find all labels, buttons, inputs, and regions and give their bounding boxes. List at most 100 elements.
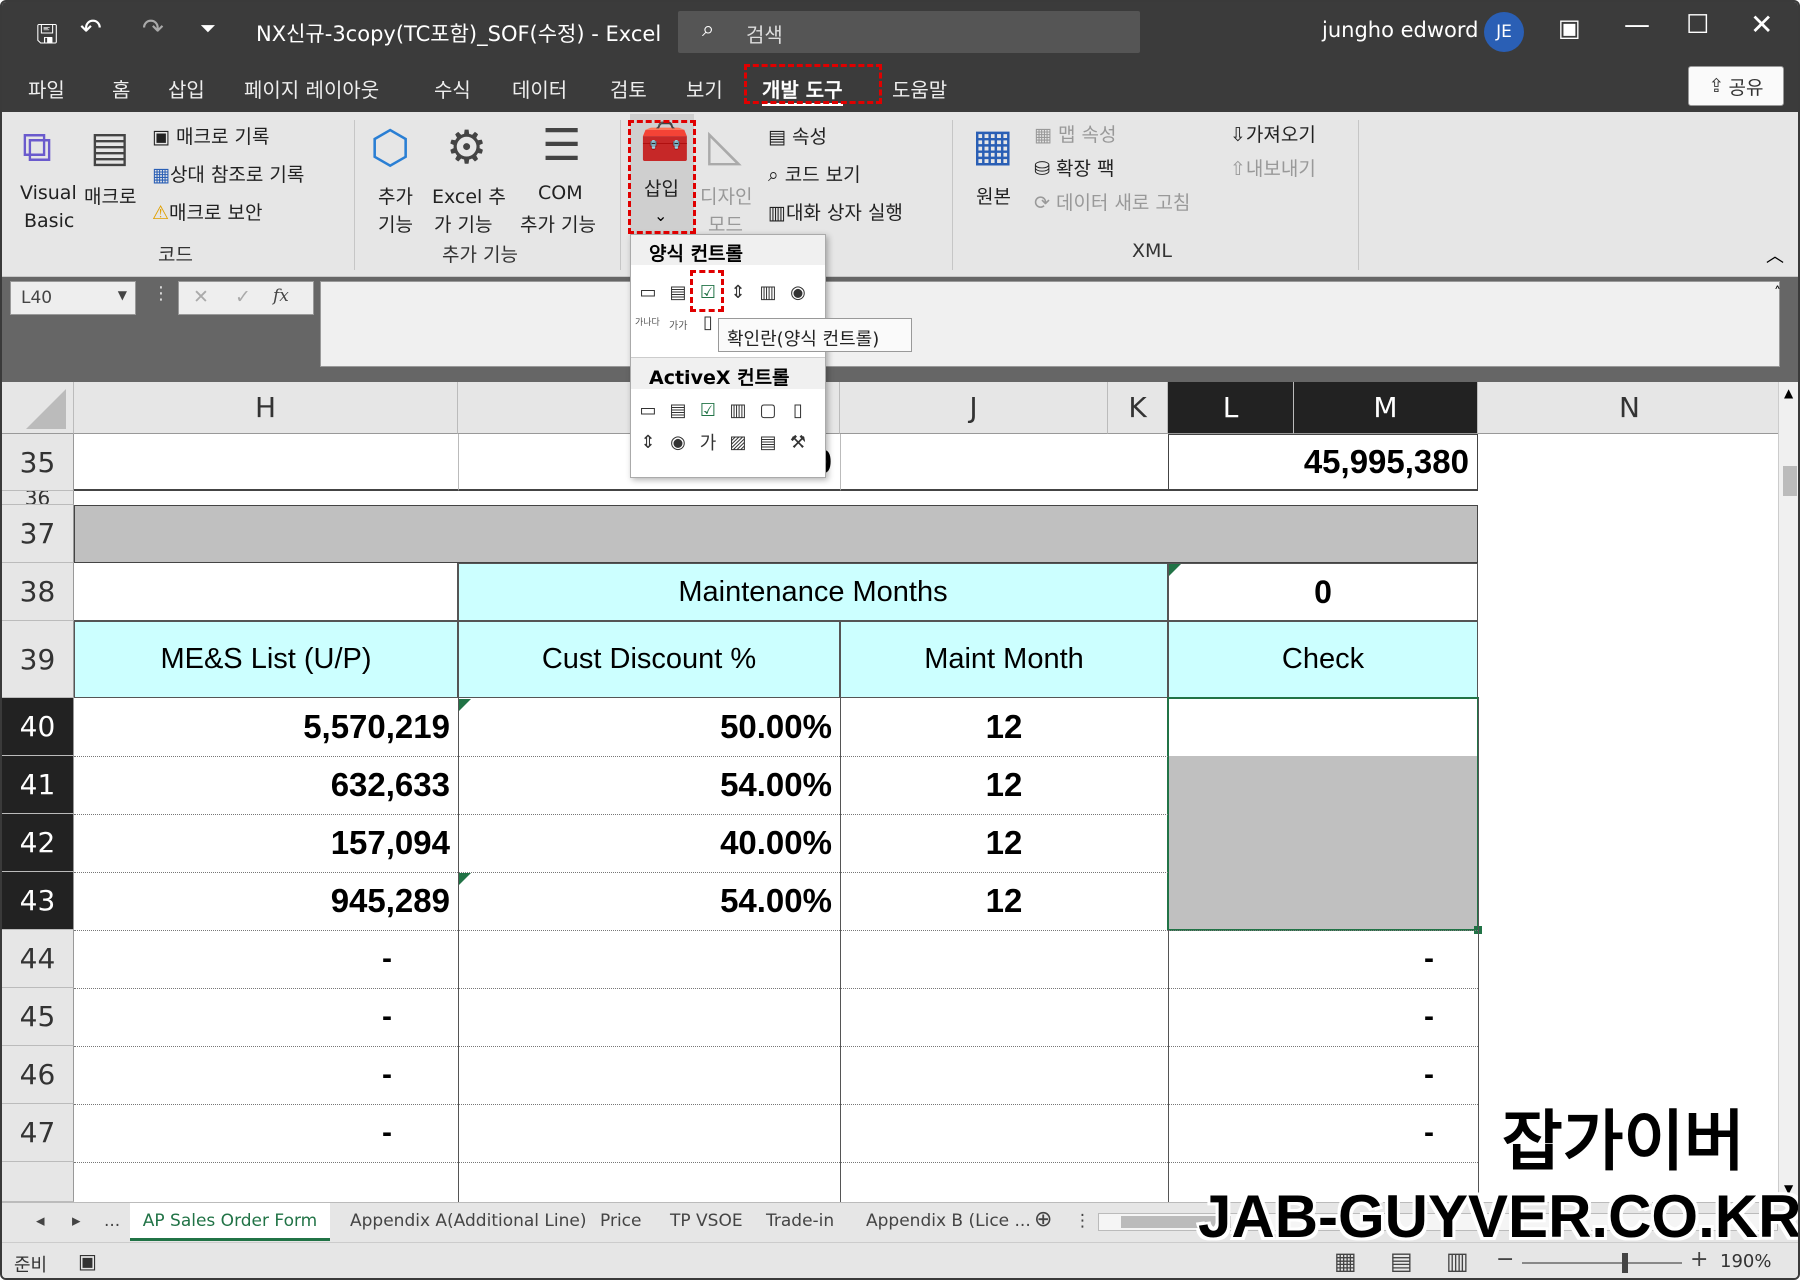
- search-box[interactable]: ⌕ 검색: [678, 11, 1140, 53]
- expand-formula-icon[interactable]: ˄: [1774, 285, 1781, 301]
- collapse-ribbon-icon[interactable]: ︿: [1766, 242, 1784, 268]
- formula-input[interactable]: [320, 281, 1780, 367]
- xml-source-button[interactable]: ▦ 원본: [966, 120, 1026, 240]
- cell-h40[interactable]: 5,570,219: [74, 698, 458, 756]
- map-properties-button[interactable]: ▦ 맵 속성: [1034, 120, 1116, 147]
- vertical-scrollbar[interactable]: ▲ ▼: [1778, 382, 1798, 1202]
- row-header[interactable]: 41: [2, 756, 74, 814]
- tab-home[interactable]: 홈: [112, 74, 130, 103]
- tab-insert[interactable]: 삽입: [168, 74, 205, 103]
- column-header-m[interactable]: M: [1294, 382, 1478, 434]
- save-icon[interactable]: 🖫: [36, 16, 58, 60]
- cell-i43[interactable]: 54.00%: [458, 872, 840, 930]
- cell-h41[interactable]: 632,633: [74, 756, 458, 814]
- avatar[interactable]: JE: [1484, 12, 1524, 52]
- header-mes-list[interactable]: ME&S List (U/P): [74, 621, 458, 698]
- sheet-tab[interactable]: Appendix A(Additional Line): [350, 1211, 587, 1231]
- relative-ref-button[interactable]: ▦상대 참조로 기록: [152, 160, 304, 187]
- sheet-tab[interactable]: Appendix B (Lice ...: [866, 1211, 1031, 1231]
- cell-j40[interactable]: 12: [840, 698, 1168, 756]
- column-header-l[interactable]: L: [1168, 382, 1294, 434]
- properties-button[interactable]: ▤ 속성: [768, 122, 827, 149]
- minimize-icon[interactable]: —: [1624, 10, 1650, 40]
- name-box[interactable]: L40 ▼: [10, 281, 136, 315]
- cell-m47[interactable]: -: [1168, 1104, 1434, 1162]
- activex-scrollbar-icon[interactable]: ▯: [787, 399, 809, 421]
- row-header[interactable]: 35: [2, 434, 74, 491]
- check-icon[interactable]: ✓: [235, 286, 251, 308]
- cell-h47[interactable]: -: [74, 1104, 392, 1162]
- row-header[interactable]: 45: [2, 988, 74, 1046]
- activex-button-icon[interactable]: ▭: [637, 399, 659, 421]
- column-header-n[interactable]: N: [1478, 382, 1782, 434]
- activex-option-icon[interactable]: ◉: [667, 431, 689, 453]
- addins-button[interactable]: ⬡ 추가 기능: [366, 120, 426, 240]
- page-break-icon[interactable]: ▥: [1446, 1247, 1469, 1275]
- option-button-icon[interactable]: ◉: [787, 281, 809, 303]
- row-header[interactable]: [2, 1162, 74, 1202]
- customize-qat-icon[interactable]: ⏷: [200, 16, 216, 40]
- cell-j41[interactable]: 12: [840, 756, 1168, 814]
- select-all-corner[interactable]: [2, 382, 74, 434]
- sheet-tab[interactable]: Trade-in: [766, 1211, 834, 1231]
- cell-h45[interactable]: -: [74, 988, 392, 1046]
- page-layout-icon[interactable]: ▤: [1390, 1247, 1413, 1275]
- cell-j43[interactable]: 12: [840, 872, 1168, 930]
- share-button[interactable]: ⇪ 공유: [1688, 66, 1784, 106]
- close-icon[interactable]: ✕: [1750, 8, 1773, 41]
- more-controls-icon[interactable]: ⚒: [787, 431, 809, 453]
- scroll-up-icon[interactable]: ▲: [1784, 386, 1793, 400]
- cell-j42[interactable]: 12: [840, 814, 1168, 872]
- cell-m44[interactable]: -: [1168, 930, 1434, 988]
- macro-record-icon[interactable]: ▣: [78, 1249, 97, 1273]
- activex-textbox-icon[interactable]: ▢: [757, 399, 779, 421]
- tab-help[interactable]: 도움말: [892, 74, 947, 103]
- next-sheet-icon[interactable]: ▸: [72, 1211, 81, 1231]
- zoom-level[interactable]: 190%: [1720, 1251, 1771, 1272]
- cell-j35[interactable]: [840, 434, 1168, 491]
- activex-spin-icon[interactable]: ⇕: [637, 431, 659, 453]
- row-header[interactable]: 47: [2, 1104, 74, 1162]
- cell-h35[interactable]: [74, 434, 458, 491]
- row-header[interactable]: 36: [2, 491, 74, 505]
- column-header-j[interactable]: J: [840, 382, 1108, 434]
- row-header[interactable]: 44: [2, 930, 74, 988]
- activex-listbox-icon[interactable]: ▥: [727, 399, 749, 421]
- row-header[interactable]: 46: [2, 1046, 74, 1104]
- expansion-pack-button[interactable]: ⛁ 확장 팩: [1034, 154, 1114, 181]
- user-name[interactable]: jungho edword: [1322, 18, 1479, 42]
- tab-file[interactable]: 파일: [28, 74, 65, 103]
- activex-toggle-icon[interactable]: ▤: [757, 431, 779, 453]
- zoom-slider[interactable]: [1522, 1262, 1682, 1264]
- redo-icon[interactable]: ↷: [142, 14, 164, 44]
- excel-addins-button[interactable]: ⚙ Excel 추 가 기능: [430, 120, 506, 240]
- undo-icon[interactable]: ↶: [80, 14, 102, 44]
- tab-data[interactable]: 데이터: [512, 74, 567, 103]
- record-macro-button[interactable]: ▣ 매크로 기록: [152, 122, 269, 149]
- prev-sheet-icon[interactable]: ◂: [36, 1211, 45, 1231]
- sheet-options-icon[interactable]: ⋮: [1074, 1211, 1091, 1231]
- spin-button-icon[interactable]: ⇕: [727, 281, 749, 303]
- com-addins-button[interactable]: ☰ COM 추가 기능: [518, 120, 614, 240]
- scroll-thumb[interactable]: [1783, 466, 1797, 496]
- row-header[interactable]: 42: [2, 814, 74, 872]
- run-dialog-button[interactable]: ▥대화 상자 실행: [768, 198, 903, 225]
- cell-i40[interactable]: 50.00%: [458, 698, 840, 756]
- import-button[interactable]: ⇩가져오기: [1230, 120, 1316, 147]
- view-code-button[interactable]: ⌕ 코드 보기: [768, 160, 861, 187]
- tab-page-layout[interactable]: 페이지 레이아웃: [244, 74, 379, 103]
- cell-maintenance-months[interactable]: Maintenance Months: [458, 563, 1168, 621]
- normal-view-icon[interactable]: ▦: [1334, 1247, 1357, 1275]
- cancel-icon[interactable]: ✕: [193, 286, 209, 308]
- row-header[interactable]: 40: [2, 698, 74, 756]
- activex-image-icon[interactable]: ▨: [727, 431, 749, 453]
- header-check[interactable]: Check: [1168, 621, 1478, 698]
- cell-lm35[interactable]: 45,995,380: [1168, 434, 1478, 491]
- tab-view[interactable]: 보기: [686, 74, 723, 103]
- maximize-icon[interactable]: ☐: [1686, 10, 1709, 40]
- row-header[interactable]: 43: [2, 872, 74, 930]
- button-control-icon[interactable]: ▭: [637, 281, 659, 303]
- more-sheets-icon[interactable]: ...: [104, 1211, 120, 1231]
- cell-m46[interactable]: -: [1168, 1046, 1434, 1104]
- visual-basic-button[interactable]: ⧉ Visual Basic: [16, 120, 77, 240]
